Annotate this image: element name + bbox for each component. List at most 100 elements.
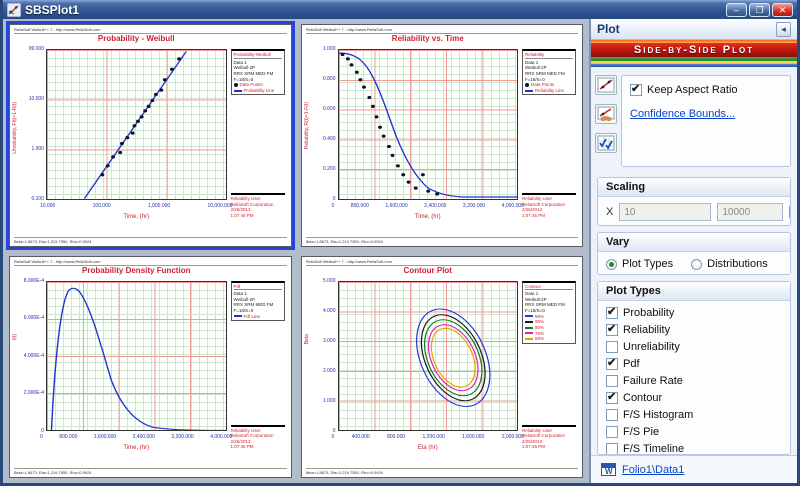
x-axis-ticks: 10.000100.0001,000.00010,000.000 xyxy=(40,203,233,209)
probability-plot-canvas xyxy=(47,50,226,199)
plot-type-contour[interactable]: Contour xyxy=(606,392,782,404)
y-axis-ticks: 5.0004.0003.0002.0001.0000 xyxy=(306,278,336,435)
scaling-auto-checkbox[interactable] xyxy=(789,206,791,218)
keep-aspect-ratio-checkbox[interactable]: Keep Aspect Ratio xyxy=(630,84,782,96)
plot-sheet-contour[interactable]: ReliaSoft Weibull++ 7 - http://www.Relia… xyxy=(301,256,584,479)
plot-title: Contour Plot xyxy=(338,266,519,275)
sheet-footer: Beta=1.8673, Eta=1,219.7550, Rho=0.9924 xyxy=(306,237,579,244)
title-bar: SBSPlot1 – ❐ ✕ xyxy=(3,0,797,19)
edit-plot-button[interactable] xyxy=(595,104,617,124)
plot-sheet-pdf[interactable]: ReliaSoft Weibull++ 7 - http://www.Relia… xyxy=(9,256,292,479)
panel-header: Plot ◂ xyxy=(591,19,797,40)
plot-type-fs-timeline[interactable]: F/S Timeline xyxy=(606,443,782,455)
checkbox-icon xyxy=(606,375,618,387)
plot-type-unreliability[interactable]: Unreliability xyxy=(606,341,782,353)
scaling-header: Scaling xyxy=(598,178,790,197)
vary-plot-types-radio[interactable]: Plot Types xyxy=(606,258,673,270)
app-icon xyxy=(7,3,21,17)
plot-toolbar xyxy=(595,75,617,167)
sheet-footer: Beta=1.8673, Eta=1,219.7550, Rho=0.9924 xyxy=(14,237,287,244)
sheet-header: ReliaSoft Weibull++ 7 - http://www.Relia… xyxy=(14,27,287,34)
checkbox-icon xyxy=(606,358,618,370)
signature-block: Reliability UserReliaSoft Corporation 2/… xyxy=(522,425,576,451)
line-swatch xyxy=(234,90,242,92)
signature-block: Reliability UserReliaSoft Corporation 2/… xyxy=(522,193,576,219)
x-axis-label: Eta (hr) xyxy=(338,445,519,451)
aspect-group: Keep Aspect Ratio Confidence Bounds... xyxy=(621,75,791,167)
plot-type-pdf[interactable]: Pdf xyxy=(606,358,782,370)
confidence-bounds-link[interactable]: Confidence Bounds... xyxy=(630,108,735,120)
vary-header: Vary xyxy=(598,233,790,252)
maximize-button[interactable]: ❐ xyxy=(749,3,770,17)
plot-frame xyxy=(46,49,227,200)
pdf-plot-canvas xyxy=(47,282,226,431)
plot-types-group: Plot Types Probability Reliability Unrel… xyxy=(597,281,791,455)
scaling-group: Scaling X xyxy=(597,177,791,226)
scaling-max-input[interactable] xyxy=(717,203,783,221)
plot-control-panel: Plot ◂ Side-by-Side Plot xyxy=(589,19,797,483)
plot-sheet-reliability[interactable]: ReliaSoft Weibull++ 7 - http://www.Relia… xyxy=(301,24,584,247)
signature-block: Reliability UserReliaSoft Corporation 2/… xyxy=(231,193,285,219)
checkbox-icon xyxy=(606,409,618,421)
data-points-swatch xyxy=(234,83,238,87)
checkbox-icon xyxy=(606,392,618,404)
plot-frame xyxy=(338,281,519,432)
contour-plot-canvas xyxy=(339,282,518,431)
x-axis-ticks: 0800.0001,600.0002,400.0003,200.0004,000… xyxy=(40,434,233,440)
x-axis-label: Time, (hr) xyxy=(46,445,227,451)
x-axis-ticks: 0800.0001,600.0002,400.0003,200.0004,000… xyxy=(332,203,525,209)
data-points-swatch xyxy=(525,83,529,87)
sheet-footer: Beta=1.8673, Eta=1,219.7550, Rho=0.9924 xyxy=(14,468,287,475)
sheet-header: ReliaSoft Weibull++ 7 - http://www.Relia… xyxy=(306,259,579,266)
reliability-plot-canvas xyxy=(339,50,518,199)
minimize-button[interactable]: – xyxy=(726,3,747,17)
sheet-footer: Beta=1.8673, Eta=1,219.7550, Rho=0.9924 xyxy=(306,468,579,475)
panel-collapse-button[interactable]: ◂ xyxy=(776,22,791,37)
app-window: SBSPlot1 – ❐ ✕ ReliaSoft Weibull++ 7 - h… xyxy=(0,0,800,486)
checkbox-icon xyxy=(606,426,618,438)
line-swatch xyxy=(525,90,533,92)
sheet-header: ReliaSoft Weibull++ 7 - http://www.Relia… xyxy=(14,259,287,266)
vary-distributions-radio[interactable]: Distributions xyxy=(691,258,768,270)
window-title: SBSPlot1 xyxy=(25,3,726,17)
contour-level-swatch xyxy=(525,327,533,329)
plot-legend: Pdf Data 1 Weibull-2P RRX SRM MED FM F=1… xyxy=(231,281,285,322)
plot-frame xyxy=(338,49,519,200)
x-axis-ticks: 0400.000800.0001,200.0001,600.0002,000.0… xyxy=(332,434,525,440)
close-button[interactable]: ✕ xyxy=(772,3,793,17)
vary-group: Vary Plot Types Distributions xyxy=(597,232,791,275)
checkbox-icon xyxy=(606,443,618,455)
select-plots-button[interactable] xyxy=(595,133,617,153)
plots-grid: ReliaSoft Weibull++ 7 - http://www.Relia… xyxy=(3,19,589,483)
plot-title: Reliability vs. Time xyxy=(338,34,519,43)
checkbox-icon xyxy=(606,324,618,336)
checkbox-icon xyxy=(606,341,618,353)
scaling-axis-label: X xyxy=(606,206,613,218)
contour-level-swatch xyxy=(525,338,533,340)
panel-title: Plot xyxy=(597,22,776,36)
signature-block: Reliability UserReliaSoft Corporation 2/… xyxy=(231,425,285,451)
radio-icon xyxy=(606,259,617,270)
plot-type-failure-rate[interactable]: Failure Rate xyxy=(606,375,782,387)
x-axis-label: Time, (hr) xyxy=(46,214,227,220)
y-axis-ticks: 8.000E-46.000E-44.000E-42.000E-40 xyxy=(14,278,44,435)
y-axis-ticks: 1.0000.8000.6000.4000.2000 xyxy=(306,46,336,203)
contour-level-swatch xyxy=(525,332,533,334)
plot-setup-button[interactable] xyxy=(595,75,617,95)
checkbox-icon xyxy=(606,307,618,319)
plot-sheet-probability-weibull[interactable]: ReliaSoft Weibull++ 7 - http://www.Relia… xyxy=(9,24,292,247)
contour-level-swatch xyxy=(525,321,533,323)
plot-title: Probability Density Function xyxy=(46,266,227,275)
plot-legend: Reliability Data 1 Weibull-2P RRX SRM ME… xyxy=(522,49,576,95)
checkbox-icon xyxy=(630,84,642,96)
plot-legend: Probability-Weibull Data 1 Weibull-2P RR… xyxy=(231,49,285,95)
plot-type-reliability[interactable]: Reliability xyxy=(606,324,782,336)
scaling-min-input[interactable] xyxy=(619,203,711,221)
plot-type-fs-pie[interactable]: F/S Pie xyxy=(606,426,782,438)
sheet-header: ReliaSoft Weibull++ 7 - http://www.Relia… xyxy=(306,27,579,34)
folio-data-link[interactable]: Folio1\Data1 xyxy=(622,464,684,476)
data-source-row: Folio1\Data1 xyxy=(591,455,797,483)
plot-type-probability[interactable]: Probability xyxy=(606,307,782,319)
y-axis-ticks: 99.00010.0001.0000.100 xyxy=(14,46,44,203)
plot-type-fs-histogram[interactable]: F/S Histogram xyxy=(606,409,782,421)
